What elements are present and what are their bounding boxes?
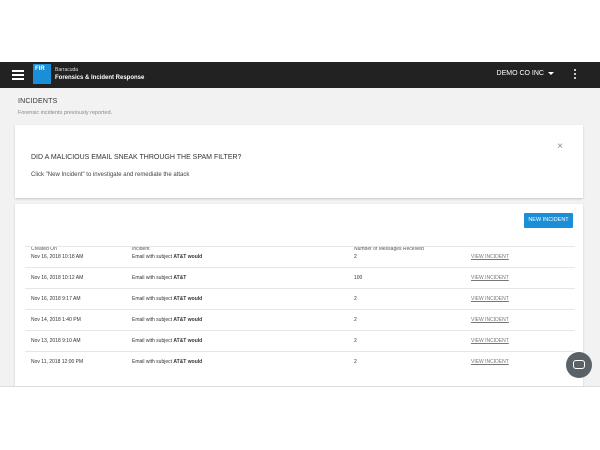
cell-messages: 2 xyxy=(354,254,357,260)
cell-messages: 2 xyxy=(354,359,357,365)
incidents-table: NEW INCIDENT Created On Incident Number … xyxy=(15,204,583,386)
app-bar: FIR Barracuda Forensics & Incident Respo… xyxy=(0,62,600,88)
subject-text: AT&T would xyxy=(173,359,203,365)
cell-incident: Email with subject AT&T would xyxy=(132,338,202,344)
cell-created: Nov 16, 2018 9:17 AM xyxy=(31,296,81,302)
view-incident-link[interactable]: VIEW INCIDENT xyxy=(471,359,509,365)
cell-messages: 2 xyxy=(354,338,357,344)
table-row: Nov 16, 2018 9:17 AM Email with subject A… xyxy=(25,288,575,309)
bottom-blank-area xyxy=(0,386,600,450)
table-row: Nov 14, 2018 1:40 PM Email with subject A… xyxy=(25,309,575,330)
view-incident-link[interactable]: VIEW INCIDENT xyxy=(471,296,509,302)
cell-messages: 2 xyxy=(354,296,357,302)
cell-incident: Email with subject AT&T xyxy=(132,275,186,281)
page-title: INCIDENTS xyxy=(18,98,58,105)
subject-prefix: Email with subject xyxy=(132,338,173,344)
subject-prefix: Email with subject xyxy=(132,275,173,281)
subject-text: AT&T would xyxy=(173,296,203,302)
cell-incident: Email with subject AT&T would xyxy=(132,359,202,365)
app-logo: FIR xyxy=(33,64,51,84)
subject-text: AT&T would xyxy=(173,338,203,344)
account-name: DEMO CO INC xyxy=(496,70,544,77)
table-row: Nov 16, 2018 10:18 AM Email with subject … xyxy=(25,246,575,267)
caret-down-icon xyxy=(548,71,554,75)
hamburger-icon[interactable] xyxy=(12,70,24,80)
subject-prefix: Email with subject xyxy=(132,359,173,365)
brand-line-1: Barracuda xyxy=(55,67,79,73)
subject-text: AT&T would xyxy=(173,317,203,323)
info-banner: × DID A MALICIOUS EMAIL SNEAK THROUGH TH… xyxy=(15,125,583,198)
kebab-icon[interactable] xyxy=(573,69,577,81)
view-incident-link[interactable]: VIEW INCIDENT xyxy=(471,254,509,260)
new-incident-button[interactable]: NEW INCIDENT xyxy=(524,213,573,228)
view-incident-link[interactable]: VIEW INCIDENT xyxy=(471,338,509,344)
table-row: Nov 11, 2018 12:00 PM Email with subject … xyxy=(25,351,575,372)
cell-incident: Email with subject AT&T would xyxy=(132,296,202,302)
subject-prefix: Email with subject xyxy=(132,296,173,302)
view-incident-link[interactable]: VIEW INCIDENT xyxy=(471,317,509,323)
main-content: INCIDENTS Forensic incidents previously … xyxy=(0,88,600,386)
subject-text: AT&T would xyxy=(173,254,203,260)
table-row: Nov 13, 2018 9:10 AM Email with subject A… xyxy=(25,330,575,351)
account-menu[interactable]: DEMO CO INC xyxy=(497,70,554,77)
cell-messages: 2 xyxy=(354,317,357,323)
subject-prefix: Email with subject xyxy=(132,254,173,260)
cell-created: Nov 16, 2018 10:12 AM xyxy=(31,275,84,281)
brand: Barracuda Forensics & Incident Response xyxy=(55,66,144,82)
cell-incident: Email with subject AT&T would xyxy=(132,254,202,260)
brand-line-2: Forensics & Incident Response xyxy=(55,75,145,81)
top-blank-area xyxy=(0,0,600,62)
banner-message: Click "New Incident" to investigate and … xyxy=(31,172,190,178)
chat-icon[interactable] xyxy=(566,352,592,378)
cell-created: Nov 14, 2018 1:40 PM xyxy=(31,317,81,323)
table-row: Nov 16, 2018 10:12 AM Email with subject … xyxy=(25,267,575,288)
cell-messages: 100 xyxy=(354,275,363,281)
view-incident-link[interactable]: VIEW INCIDENT xyxy=(471,275,509,281)
close-icon[interactable]: × xyxy=(557,142,563,152)
cell-created: Nov 13, 2018 9:10 AM xyxy=(31,338,81,344)
cell-created: Nov 16, 2018 10:18 AM xyxy=(31,254,84,260)
page-subtitle: Forensic incidents previously reported. xyxy=(18,110,113,116)
subject-text: AT&T xyxy=(173,275,187,281)
banner-heading: DID A MALICIOUS EMAIL SNEAK THROUGH THE … xyxy=(31,154,242,161)
cell-created: Nov 11, 2018 12:00 PM xyxy=(31,359,84,365)
subject-prefix: Email with subject xyxy=(132,317,173,323)
cell-incident: Email with subject AT&T would xyxy=(132,317,202,323)
